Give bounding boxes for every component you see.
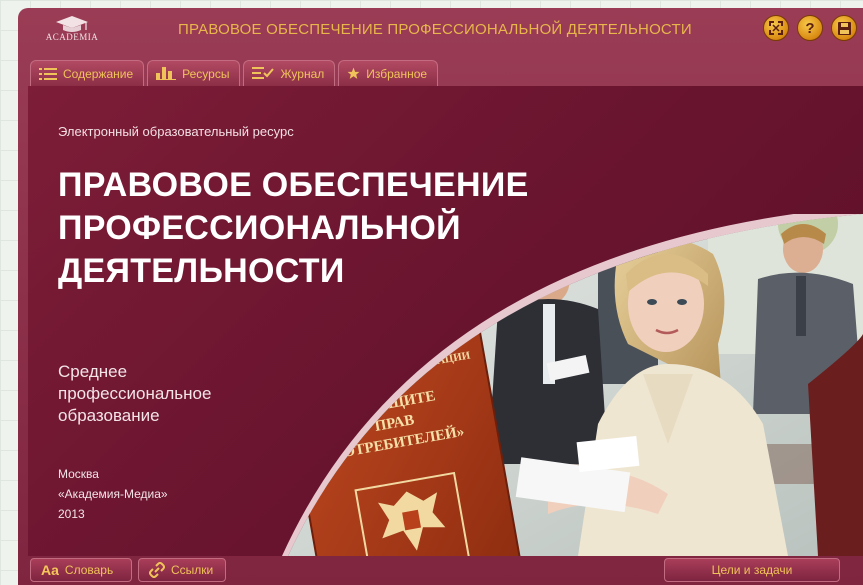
top-bar: ACADEMIA ПРАВОВОЕ ОБЕСПЕЧЕНИЕ ПРОФЕССИОН… (18, 8, 863, 52)
star-icon (347, 67, 360, 80)
logo-text: ACADEMIA (45, 32, 99, 42)
resource-type-subtitle: Электронный образовательный ресурс (58, 124, 294, 139)
tab-resources[interactable]: Ресурсы (147, 60, 241, 86)
links-label: Ссылки (171, 563, 214, 577)
app-window: ACADEMIA ПРАВОВОЕ ОБЕСПЕЧЕНИЕ ПРОФЕССИОН… (18, 8, 863, 585)
checklist-icon (252, 67, 275, 80)
tab-journal-label: Журнал (280, 66, 325, 81)
goals-button[interactable]: Цели и задачи (664, 558, 840, 582)
education-level: Среднее профессиональное образование (58, 361, 278, 427)
fullscreen-icon (769, 21, 783, 35)
bar-chart-icon (156, 67, 177, 80)
education-level-line: профессиональное (58, 384, 212, 403)
bottom-bar: Aa Словарь Ссылки Цели и задачи (18, 556, 863, 585)
tab-contents-label: Содержание (63, 66, 134, 81)
glossary-label: Словарь (64, 563, 114, 577)
tab-favorites[interactable]: Избранное (338, 60, 439, 86)
glossary-button[interactable]: Aa Словарь (30, 558, 132, 582)
fullscreen-button[interactable] (763, 15, 789, 41)
app-title: ПРАВОВОЕ ОБЕСПЕЧЕНИЕ ПРОФЕССИОНАЛЬНОЙ ДЕ… (178, 21, 692, 38)
tab-resources-label: Ресурсы (182, 66, 230, 81)
book-header-line-1: ОССИЙСКАЯ ФЕДЕРАЦИЯ (301, 335, 413, 364)
publisher-name: «Академия-Медиа» (58, 487, 168, 501)
save-icon (837, 21, 851, 35)
academia-logo: ACADEMIA (40, 14, 104, 48)
glossary-icon: Aa (41, 562, 59, 578)
education-level-line: Среднее (58, 362, 128, 381)
cover-photo: ИИ ОССИЙСКАЯ ФЕДЕРАЦИЯ ОН РОССИЙСКОЙ ФЕД… (282, 214, 863, 556)
list-icon (39, 67, 57, 80)
cover-panel: Электронный образовательный ресурс ПРАВО… (28, 86, 863, 556)
publication-year: 2013 (58, 507, 85, 521)
window-controls: ? (763, 15, 857, 41)
mortarboard-icon (56, 16, 88, 32)
links-button[interactable]: Ссылки (138, 558, 226, 582)
tab-favorites-label: Избранное (366, 66, 428, 81)
education-level-line: образование (58, 406, 160, 425)
link-icon (149, 562, 165, 578)
help-icon: ? (805, 19, 815, 37)
save-button[interactable] (831, 15, 857, 41)
tab-journal[interactable]: Журнал (243, 60, 336, 86)
publisher-info: Москва «Академия-Медиа» 2013 (58, 464, 258, 524)
help-button[interactable]: ? (797, 15, 823, 41)
goals-label: Цели и задачи (711, 563, 793, 577)
publisher-city: Москва (58, 467, 99, 481)
green-book-text: ИИ (389, 297, 408, 313)
tab-contents[interactable]: Содержание (30, 60, 145, 86)
main-tabs: Содержание Ресурсы Журнал Избранное (30, 60, 439, 86)
